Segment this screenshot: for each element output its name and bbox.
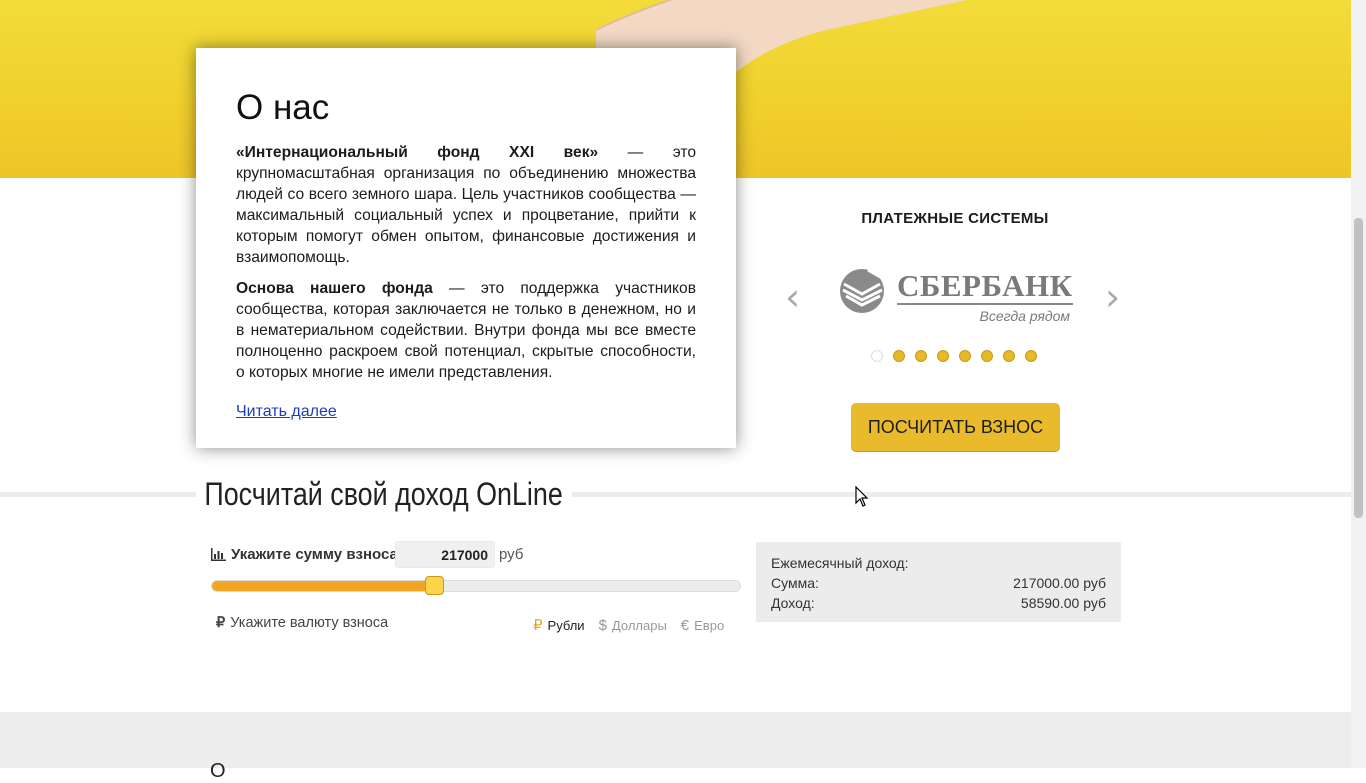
read-more-link[interactable]: Читать далее [236,403,337,421]
about-title: О нас [236,88,330,127]
chevron-left-icon[interactable]: ‹ [785,278,809,318]
carousel-dot[interactable] [1025,350,1037,362]
chevron-right-icon[interactable]: › [1105,278,1129,318]
carousel-dot[interactable] [871,350,883,362]
income-value: 58590.00 руб [1020,595,1106,611]
sberbank-emblem-icon [840,268,884,313]
currency-option[interactable]: $ Доллары [599,616,667,634]
sum-label: Сумма: [771,575,819,591]
mouse-cursor-icon [855,486,869,507]
sberbank-logo: СБЕРБАНК Всегда рядом [838,266,1074,330]
currency-label-text: Укажите валюту взноса [230,615,389,631]
logo-text: СБЕРБАНК [897,268,1073,303]
currency-option[interactable]: € Евро [681,616,724,634]
fund-basis: Основа нашего фонда [236,280,433,297]
scrollbar-thumb[interactable] [1354,218,1363,518]
payment-systems: ПЛАТЕЖНЫЕ СИСТЕМЫ [785,200,1125,227]
ruble-icon: ₽ [216,615,226,631]
currency-option[interactable]: ₽ Рубли [533,616,585,634]
payment-systems-title: ПЛАТЕЖНЫЕ СИСТЕМЫ [861,210,1049,227]
income-label: Доход: [771,595,815,611]
next-section-title: О [210,760,226,782]
amount-slider-fill [212,581,434,591]
amount-label-group: Укажите сумму взноса: [211,546,403,563]
amount-unit: руб [499,546,524,563]
calculator-section-title: Посчитай свой доход OnLine [196,472,572,516]
carousel-dot[interactable] [937,350,949,362]
currency-option-label: Рубли [547,617,585,633]
currency-symbol-icon: € [680,616,690,634]
about-paragraph-2: Основа нашего фонда — это поддержка учас… [236,278,696,383]
carousel-dot[interactable] [893,350,905,362]
amount-input[interactable]: 217000 [395,541,495,568]
result-heading: Ежемесячный доход: [771,555,909,571]
logo-tagline: Всегда рядом [979,308,1070,324]
carousel-dot[interactable] [959,350,971,362]
amount-slider-track[interactable] [211,580,741,592]
amount-label: Укажите сумму взноса: [231,546,403,563]
sum-value: 217000.00 руб [1013,575,1106,591]
currency-option-label: Евро [694,617,725,633]
bar-chart-icon [211,548,226,561]
carousel-dot[interactable] [1003,350,1015,362]
currency-symbol-icon: ₽ [533,617,543,634]
carousel-dot[interactable] [981,350,993,362]
logo-divider [897,303,1073,305]
calculate-contribution-button[interactable]: ПОСЧИТАТЬ ВЗНОС [851,403,1060,451]
fund-name: «Интернациональный фонд XXI век» [236,144,599,161]
amount-slider-handle[interactable] [424,576,444,595]
result-panel: Ежемесячный доход: Сумма: 217000.00 руб Д… [756,542,1121,622]
currency-label: ₽ Укажите валюту взноса [216,615,388,631]
next-section: О [0,712,1351,782]
carousel-dot[interactable] [915,350,927,362]
scrollbar[interactable] [1351,0,1366,768]
carousel-dots [871,350,1037,362]
currency-symbol-icon: $ [598,616,607,634]
about-paragraph-1: «Интернациональный фонд XXI век» — это к… [236,142,696,268]
currency-option-label: Доллары [611,617,667,633]
about-text-1: — это крупномасштабная организация по об… [236,144,696,266]
currency-options: ₽ Рубли $ Доллары € Евро [533,616,724,635]
about-card: О нас «Интернациональный фонд XXI век» —… [196,48,736,448]
